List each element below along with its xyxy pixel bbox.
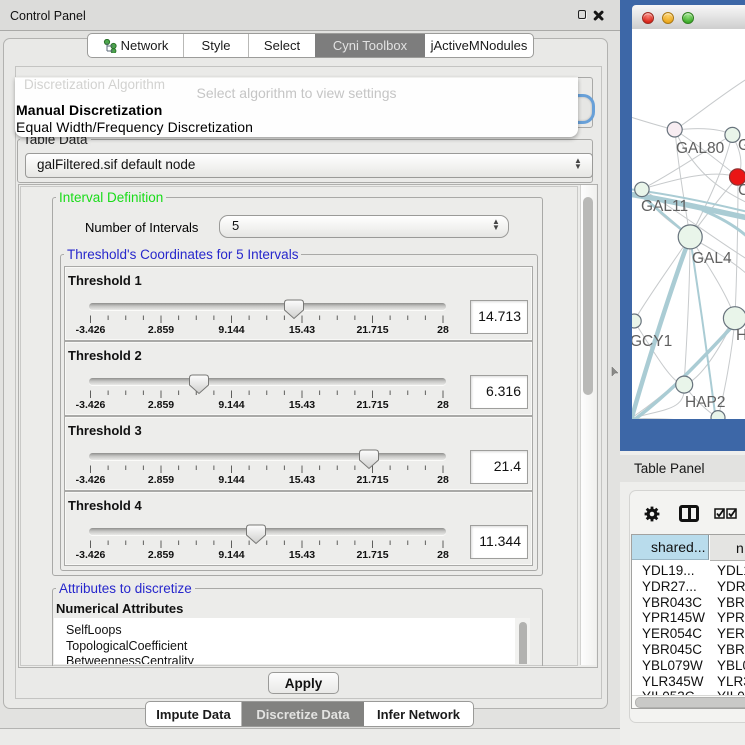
svg-text:GA: GA: [738, 137, 745, 154]
svg-text:H: H: [736, 327, 745, 344]
svg-text:C: C: [738, 182, 745, 199]
svg-text:GAL11: GAL11: [641, 198, 688, 215]
svg-text:HAP2: HAP2: [685, 394, 726, 411]
svg-text:GCY1: GCY1: [632, 333, 672, 350]
svg-text:GAL4: GAL4: [692, 250, 732, 267]
svg-text:GAL80: GAL80: [676, 140, 725, 157]
